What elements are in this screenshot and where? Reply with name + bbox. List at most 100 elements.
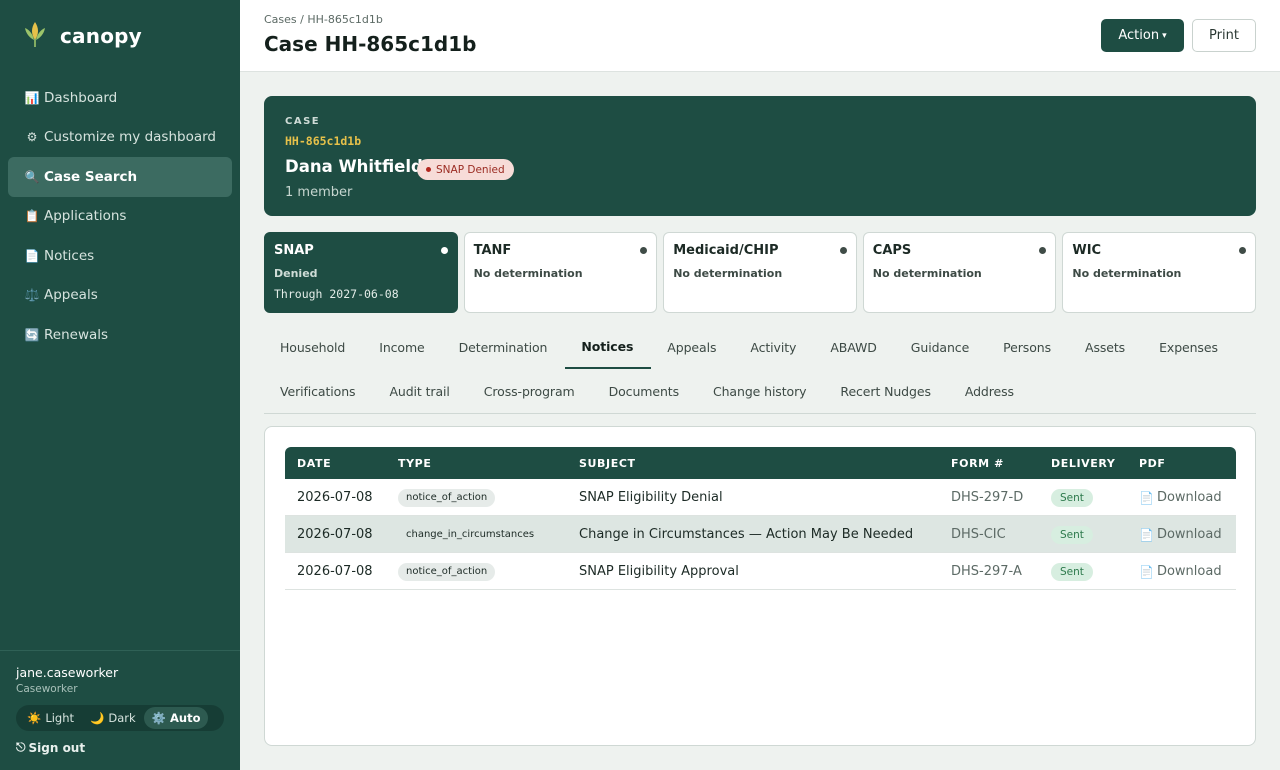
gear-icon: ⚙ [26,130,38,145]
column-header-pdf[interactable]: PDF [1139,447,1166,479]
tab-persons[interactable]: Persons [987,326,1069,369]
download-pdf-link[interactable]: 📄 Download [1139,479,1222,516]
case-summary-card: CASE HH-865c1d1b Dana Whitfield SNAP Den… [264,96,1256,216]
leaf-logo-icon [22,20,48,52]
notice-type-chip: change_in_circumstances [406,529,535,540]
nav-item-applications[interactable]: 📋 Applications [8,197,232,237]
nav-item-label: Dashboard [44,89,118,106]
tab-documents[interactable]: Documents [593,370,697,413]
column-header-type[interactable]: TYPE [398,447,431,479]
print-button[interactable]: Print [1192,19,1256,52]
download-pdf-link[interactable]: 📄 Download [1139,553,1222,590]
tab-cross-program[interactable]: Cross-program [468,370,593,413]
table-row[interactable]: 2026-07-08 change_in_circumstances Chang… [285,516,1236,553]
notices-panel: DATE TYPE SUBJECT FORM # DELIVERY PDF 20… [264,426,1256,746]
document-icon: 📄 [24,248,40,263]
tab-income[interactable]: Income [363,326,442,369]
program-status: No determination [872,267,982,280]
tab-assets[interactable]: Assets [1069,326,1143,369]
column-header-delivery[interactable]: DELIVERY [1051,447,1115,479]
nav-item-label: Applications [44,208,127,225]
tab-change-history[interactable]: Change history [697,370,824,413]
notice-type-chip: notice_of_action [398,562,496,581]
program-name: Medicaid/CHIP [673,243,779,258]
notice-form-number: DHS-CIC [951,527,1006,542]
tab-expenses[interactable]: Expenses [1143,326,1236,369]
breadcrumb[interactable]: Cases / HH-865c1d1b [264,13,383,26]
status-dot-icon [1238,247,1246,254]
refresh-icon: 🔄 [24,327,40,342]
column-header-subject[interactable]: SUBJECT [579,447,636,479]
program-card-snap[interactable]: SNAP Denied Through 2027-06-08 [264,232,458,313]
table-header: DATE TYPE SUBJECT FORM # DELIVERY PDF [285,447,1236,479]
download-pdf-link[interactable]: 📄 Download [1139,516,1222,553]
case-kicker: CASE [285,116,321,127]
tab-address[interactable]: Address [949,370,1032,413]
nav-item-label: Renewals [44,326,109,343]
theme-dark-option[interactable]: 🌙 Dark [82,707,144,729]
clipboard-icon: 📋 [24,209,40,224]
brand[interactable]: canopy [22,20,142,52]
case-id: HH-865c1d1b [285,134,362,148]
column-header-date[interactable]: DATE [297,447,331,479]
program-status: Denied [274,267,318,280]
program-card-tanf[interactable]: TANF No determination [463,232,658,313]
program-card-caps[interactable]: CAPS No determination [862,232,1057,313]
theme-option-label: Dark [108,711,136,725]
tab-determination[interactable]: Determination [443,326,566,369]
action-button-label: Action [1118,28,1160,43]
action-menu-button[interactable]: Action ▾ [1101,19,1184,52]
theme-auto-option[interactable]: ⚙️ Auto [143,707,209,729]
program-status: No determination [673,267,783,280]
status-dot-icon [426,167,431,172]
tab-audit-trail[interactable]: Audit trail [373,370,467,413]
column-header-form[interactable]: FORM # [951,447,1004,479]
brand-name: canopy [60,24,142,48]
tab-guidance[interactable]: Guidance [895,326,987,369]
notice-form-number: DHS-297-D [951,490,1024,505]
program-cards: SNAP Denied Through 2027-06-08 TANF No d… [264,232,1256,313]
nav-item-case-search[interactable]: 🔍 Case Search [8,157,232,197]
tab-notices[interactable]: Notices [565,326,652,369]
sun-icon: ☀️ [27,711,42,725]
user-name: jane.caseworker [16,665,119,680]
theme-light-option[interactable]: ☀️ Light [19,707,82,729]
tab-abawd[interactable]: ABAWD [814,326,894,369]
tab-recert-nudges[interactable]: Recert Nudges [824,370,948,413]
nav-item-customize-dashboard[interactable]: ⚙ Customize my dashboard [8,118,232,158]
program-card-medicaid-chip[interactable]: Medicaid/CHIP No determination [663,232,857,313]
notice-delivery-cell: Sent [1051,479,1093,516]
tab-verifications[interactable]: Verifications [264,370,373,413]
notice-type-cell: notice_of_action [398,553,496,590]
tab-household[interactable]: Household [264,326,363,369]
caret-down-icon: ▾ [1162,30,1167,41]
download-label: Download [1156,527,1222,542]
case-holder-name: Dana Whitfield [285,157,423,176]
notice-subject: SNAP Eligibility Denial [579,490,723,505]
tab-appeals[interactable]: Appeals [651,326,734,369]
case-status-label: SNAP Denied [436,163,505,176]
gear-icon: ⚙️ [151,711,166,725]
main-nav: 📊 Dashboard ⚙ Customize my dashboard 🔍 C… [8,78,232,355]
delivery-status-badge: Sent [1051,525,1093,544]
notice-type-chip: notice_of_action [398,488,496,507]
nav-item-notices[interactable]: 📄 Notices [8,236,232,276]
table-row[interactable]: 2026-07-08 notice_of_action SNAP Eligibi… [285,553,1236,590]
notice-delivery-cell: Sent [1051,516,1093,553]
magnifier-icon: 🔍 [24,169,40,184]
nav-item-dashboard[interactable]: 📊 Dashboard [8,78,232,118]
case-tabs: Household Income Determination Notices A… [264,326,1256,414]
table-row[interactable]: 2026-07-08 notice_of_action SNAP Eligibi… [285,479,1236,516]
program-card-wic[interactable]: WIC No determination [1062,232,1256,313]
document-icon: 📄 [1139,490,1154,505]
program-name: CAPS [872,243,912,258]
program-through-date: Through 2027-06-08 [274,287,399,301]
nav-item-renewals[interactable]: 🔄 Renewals [8,315,232,355]
tab-row: Verifications Audit trail Cross-program … [264,370,1032,414]
notice-date: 2026-07-08 [297,490,373,505]
sign-out-label: Sign out [28,740,86,755]
nav-item-appeals[interactable]: ⚖️ Appeals [8,276,232,316]
nav-item-label: Customize my dashboard [44,129,216,146]
sign-out-link[interactable]: ⎋ Sign out [16,740,85,755]
tab-activity[interactable]: Activity [734,326,814,369]
